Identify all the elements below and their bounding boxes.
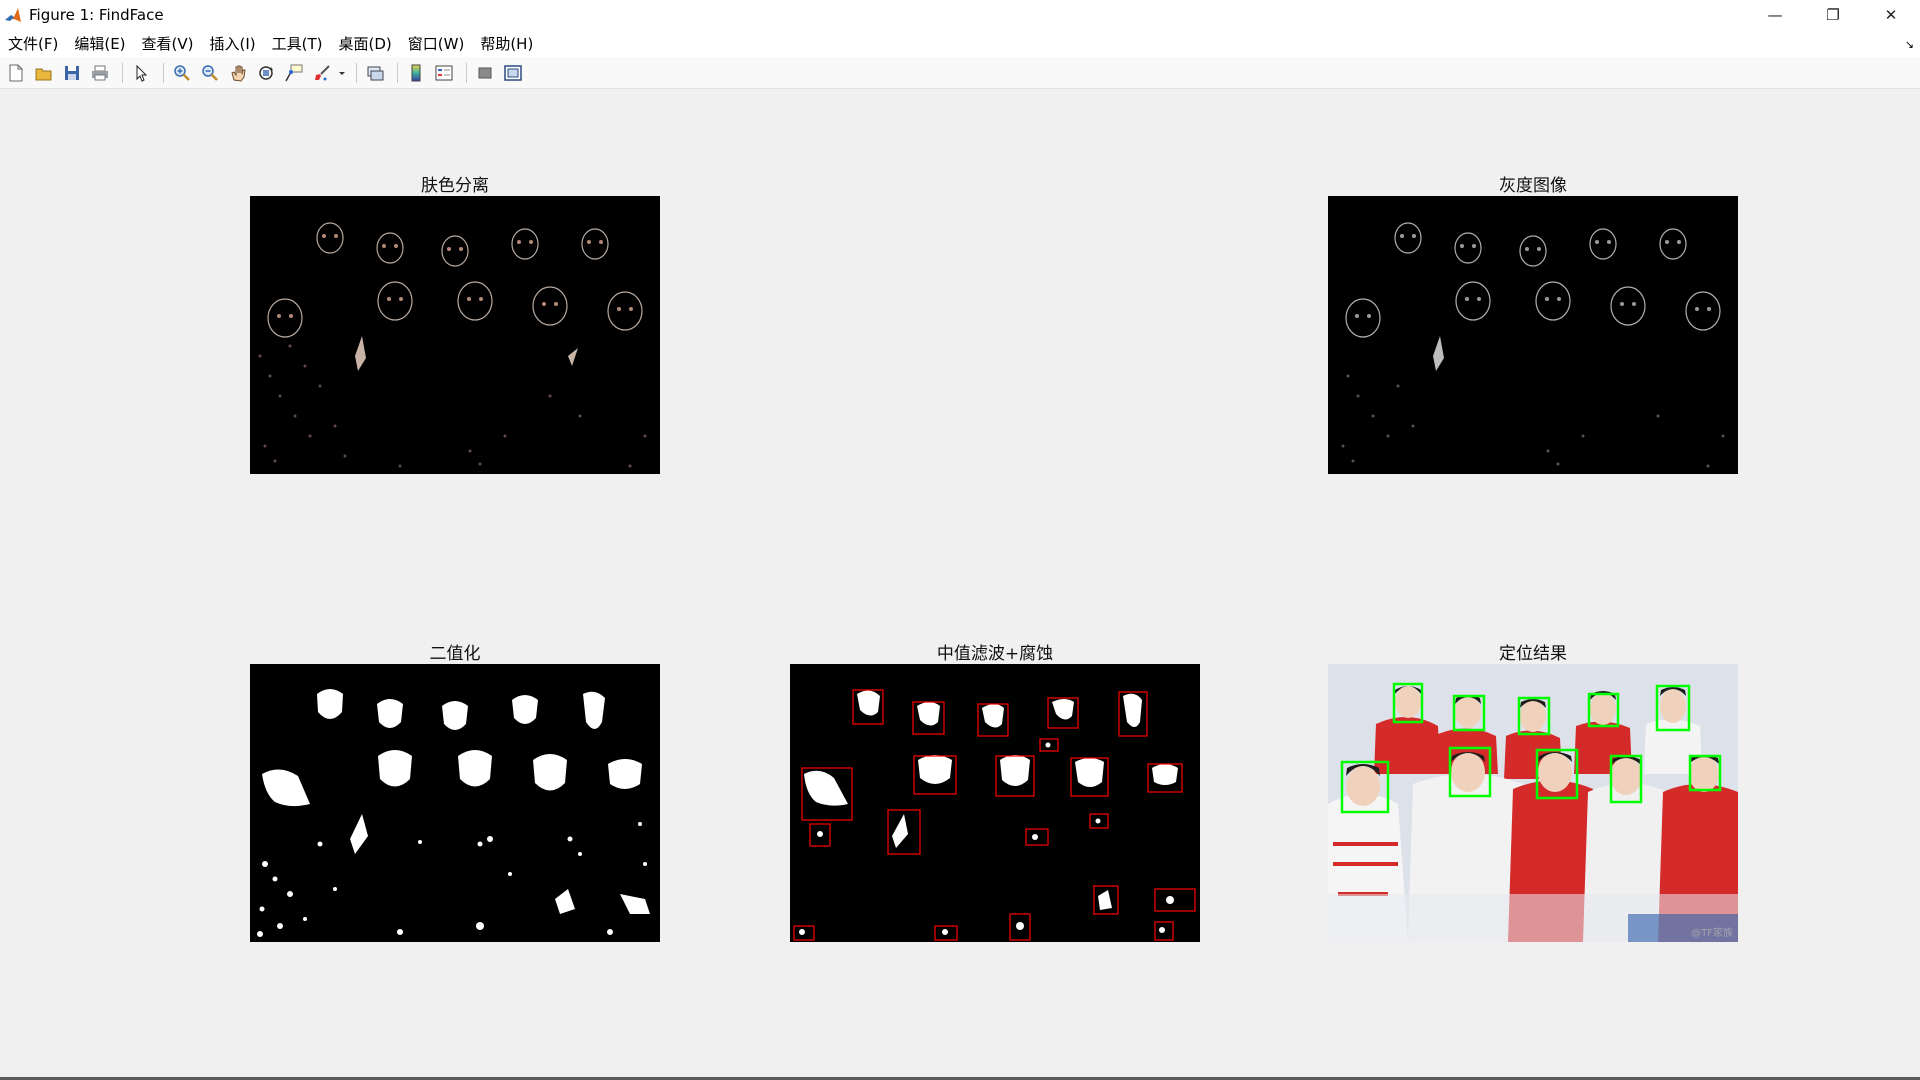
brush-icon[interactable] [310, 61, 334, 85]
menu-bar: 文件(F) 编辑(E) 查看(V) 插入(I) 工具(T) 桌面(D) 窗口(W… [0, 29, 1920, 57]
open-file-icon[interactable] [32, 61, 56, 85]
menu-file[interactable]: 文件(F) [8, 33, 58, 54]
grayscale-image [1328, 196, 1738, 474]
dock-arrow-icon[interactable]: ↘ [1905, 38, 1914, 51]
restore-button[interactable]: ❐ [1804, 0, 1862, 29]
zoom-in-icon[interactable] [170, 61, 194, 85]
close-button[interactable]: ✕ [1862, 0, 1920, 29]
skin-separation-image [250, 196, 660, 474]
link-plot-icon[interactable] [363, 61, 387, 85]
menu-edit[interactable]: 编辑(E) [74, 33, 125, 54]
figure-toolbar [0, 57, 1920, 89]
subplot-title-grayscale: 灰度图像 [1499, 176, 1567, 196]
title-bar: Figure 1: FindFace — ❐ ✕ [0, 0, 1920, 29]
show-plot-tools-icon[interactable] [501, 61, 525, 85]
toolbar-separator [356, 62, 357, 83]
subplot-title-skin: 肤色分离 [421, 176, 489, 196]
figure-canvas: 肤色分离 灰度图像 二值化 中值滤波+腐蚀 定位结果 @TF家族 [0, 90, 1920, 1075]
zoom-out-icon[interactable] [198, 61, 222, 85]
data-cursor-icon[interactable] [282, 61, 306, 85]
pointer-icon[interactable] [129, 61, 153, 85]
localization-result-image: @TF家族 [1328, 664, 1738, 942]
minimize-button[interactable]: — [1746, 0, 1804, 29]
rotate-3d-icon[interactable] [254, 61, 278, 85]
new-figure-icon[interactable] [4, 61, 28, 85]
save-icon[interactable] [60, 61, 84, 85]
toolbar-separator [466, 62, 467, 83]
matlab-logo-icon [4, 5, 22, 24]
toolbar-separator [397, 62, 398, 83]
menu-desktop[interactable]: 桌面(D) [339, 33, 392, 54]
binary-image [250, 664, 660, 942]
toolbar-separator [163, 62, 164, 83]
median-erosion-image [790, 664, 1200, 942]
legend-icon[interactable] [432, 61, 456, 85]
hide-plot-tools-icon[interactable] [473, 61, 497, 85]
pan-icon[interactable] [226, 61, 250, 85]
brush-dropdown-icon[interactable] [338, 61, 346, 85]
colorbar-icon[interactable] [404, 61, 428, 85]
menu-help[interactable]: 帮助(H) [480, 33, 533, 54]
svg-text:@TF家族: @TF家族 [1691, 926, 1733, 939]
subplot-title-result: 定位结果 [1499, 644, 1567, 664]
subplot-title-median-erosion: 中值滤波+腐蚀 [936, 644, 1054, 664]
menu-tools[interactable]: 工具(T) [272, 33, 323, 54]
toolbar-separator [122, 62, 123, 83]
menu-insert[interactable]: 插入(I) [210, 33, 256, 54]
menu-window[interactable]: 窗口(W) [408, 33, 465, 54]
subplot-title-binary: 二值化 [429, 644, 481, 664]
window-title: Figure 1: FindFace [29, 5, 164, 24]
menu-view[interactable]: 查看(V) [142, 33, 194, 54]
print-icon[interactable] [88, 61, 112, 85]
